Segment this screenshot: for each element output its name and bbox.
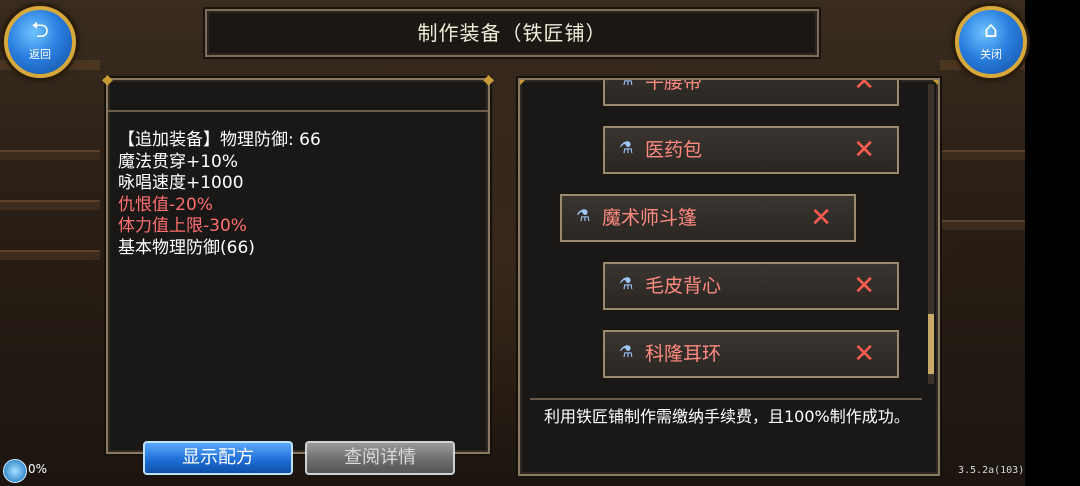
potion-icon: ⚗ [619, 274, 634, 293]
window-title: 制作装备（铁匠铺） [205, 9, 819, 57]
equipment-item-name: 魔术师斗篷 [602, 207, 698, 229]
equipment-item[interactable]: ⚗ 牛腰带 ✕ [603, 80, 899, 106]
shelf [0, 250, 100, 260]
potion-icon: ⚗ [619, 342, 634, 361]
equipment-item[interactable]: ⚗ 科隆耳环 ✕ [603, 330, 899, 378]
description-line: 【追加装备】物理防御: 66 [118, 130, 321, 150]
list-scrollbar[interactable] [928, 84, 934, 384]
description-line: 基本物理防御(66) [118, 237, 255, 258]
description-line: 体力值上限-30% [118, 216, 247, 236]
shelf [0, 200, 100, 210]
equipment-item-name: 毛皮背心 [645, 275, 722, 297]
equipment-item[interactable]: ⚗ 医药包 ✕ [603, 126, 899, 174]
house-icon: ⌂ [984, 18, 998, 43]
equipment-item[interactable]: ⚗ 毛皮背心 ✕ [603, 262, 899, 310]
right-black-bar [1025, 0, 1080, 486]
shelf [940, 150, 1025, 160]
description-line: 魔法贯穿+10% [118, 151, 239, 172]
corner-ornament-icon: ◆ [933, 80, 938, 88]
equipment-item[interactable]: ⚗ 魔术师斗篷 ✕ [560, 194, 856, 242]
info-text: 利用铁匠铺制作需缴纳手续费，且100%制作成功。 [530, 398, 922, 464]
version-label: 3.5.2a(103) [958, 465, 1025, 476]
equipment-list-panel: ◆ ◆ ⚗牛腰带✕⚗医药包✕⚗魔术师斗篷✕⚗毛皮背心✕⚗科隆耳环✕ 利用铁匠铺制… [518, 78, 940, 476]
description-line: 仇恨值-20% [118, 194, 213, 215]
corner-ornament-icon: ◆ [483, 72, 494, 88]
show-recipe-button[interactable]: 显示配方 [143, 441, 293, 475]
shelf [940, 220, 1025, 230]
remove-icon[interactable]: ✕ [853, 332, 875, 376]
item-description: 【追加装备】物理防御: 66 魔法贯穿+10% 咏唱速度+1000 仇恨值-20% 体力… [118, 130, 321, 259]
potion-icon: ⚗ [619, 138, 634, 157]
equipment-item-name: 医药包 [645, 139, 703, 161]
item-description-panel: ◆ ◆ 【追加装备】物理防御: 66 魔法贯穿+10% 咏唱速度+1000 仇恨值-2… [102, 72, 494, 454]
scroll-thumb[interactable] [928, 314, 934, 374]
description-header [108, 80, 488, 112]
close-button-label: 关闭 [980, 48, 1002, 61]
status-percent: 0% [28, 462, 48, 476]
equipment-list[interactable]: ⚗ 牛腰带 ✕ ⚗ 医药包 ✕ ⚗ 魔术师斗篷 ✕ ⚗ 毛皮背心 ✕ ⚗ 科隆耳环 ✕ [520, 80, 930, 390]
remove-icon[interactable]: ✕ [853, 128, 875, 172]
equipment-item-name: 牛腰带 [645, 80, 703, 93]
close-button[interactable]: ⌂ 关闭 [955, 6, 1027, 78]
potion-icon: ⚗ [576, 206, 591, 225]
back-arrow-icon: ⮌ [31, 18, 49, 43]
globe-icon [3, 459, 27, 483]
corner-ornament-icon: ◆ [102, 72, 113, 88]
potion-icon: ⚗ [619, 80, 633, 89]
remove-icon[interactable]: ✕ [853, 80, 875, 104]
remove-icon[interactable]: ✕ [810, 196, 832, 240]
back-button-label: 返回 [29, 48, 51, 61]
back-button[interactable]: ⮌ 返回 [4, 6, 76, 78]
description-line: 咏唱速度+1000 [118, 173, 244, 193]
remove-icon[interactable]: ✕ [853, 264, 875, 308]
view-details-button[interactable]: 查阅详情 [305, 441, 455, 475]
equipment-item-name: 科隆耳环 [645, 343, 722, 365]
shelf [0, 150, 100, 160]
